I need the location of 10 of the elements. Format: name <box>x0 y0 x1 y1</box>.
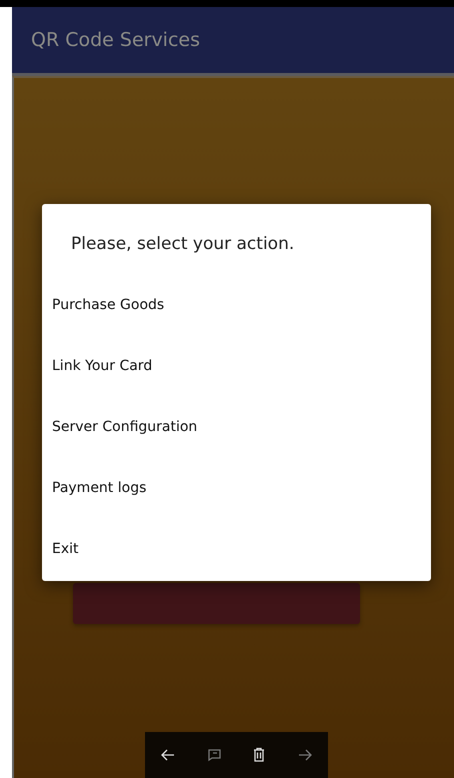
back-arrow-icon <box>160 747 176 763</box>
menu-item[interactable]: Exit <box>42 518 431 579</box>
menu-item[interactable]: Link Your Card <box>42 335 431 396</box>
menu-item[interactable]: Purchase Goods <box>42 274 431 335</box>
comment-icon <box>206 747 222 763</box>
menu-item[interactable]: Payment logs <box>42 457 431 518</box>
dialog-title: Please, select your action. <box>71 234 294 254</box>
app-title: QR Code Services <box>31 29 200 51</box>
forward-arrow-icon <box>297 747 314 763</box>
menu-item[interactable]: Server Configuration <box>42 396 431 457</box>
